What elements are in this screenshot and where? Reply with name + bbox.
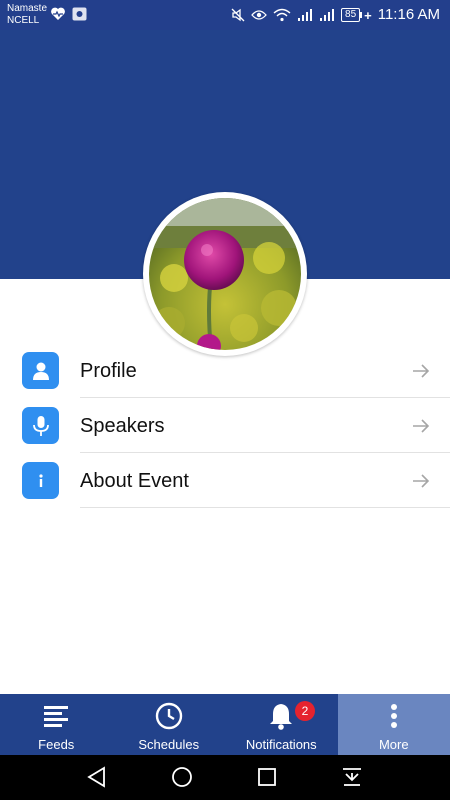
tab-label: Feeds — [38, 737, 75, 752]
menu-item-profile[interactable]: Profile — [0, 343, 450, 398]
status-bar: Namaste NCELL 85 + 11:16 AM — [0, 0, 450, 30]
microphone-icon — [22, 407, 59, 444]
menu-item-speakers[interactable]: Speakers — [0, 398, 450, 453]
tab-label: More — [378, 737, 409, 752]
info-icon — [22, 462, 59, 499]
mute-icon — [231, 8, 245, 22]
carrier-line1: Namaste — [7, 3, 48, 14]
heart-rate-icon — [51, 7, 65, 20]
tab-notifications[interactable]: Notifications — [225, 694, 338, 755]
menu-item-about-event[interactable]: About Event — [0, 453, 450, 508]
system-nav-bar — [0, 755, 450, 800]
signal-icon — [298, 9, 313, 21]
battery-level: 85 — [341, 8, 361, 22]
menu-item-label: Speakers — [80, 415, 165, 437]
bottom-nav: Feeds Schedules Notifications More — [0, 694, 450, 755]
arrow-right-icon — [413, 474, 430, 488]
arrow-right-icon — [413, 419, 430, 433]
notification-badge: 2 — [295, 701, 315, 721]
arrow-right-icon — [413, 364, 430, 378]
battery-icon: 85 + — [341, 8, 372, 23]
menu-list: Profile Speakers About Event — [0, 343, 450, 508]
person-icon — [22, 352, 59, 389]
wifi-icon — [273, 8, 291, 22]
more-vertical-icon — [379, 701, 409, 731]
flower-photo — [149, 198, 301, 350]
bell-icon — [266, 701, 296, 731]
feeds-icon — [41, 701, 71, 731]
clock-time: 11:16 AM — [377, 6, 440, 23]
divider — [80, 507, 450, 508]
eye-icon — [251, 10, 267, 20]
menu-item-label: About Event — [80, 470, 189, 492]
avatar[interactable] — [149, 198, 301, 350]
tab-label: Notifications — [245, 737, 317, 752]
charging-icon: + — [364, 7, 372, 23]
carrier-info: Namaste NCELL — [7, 3, 47, 27]
tab-more[interactable]: More — [337, 694, 450, 755]
recents-icon[interactable] — [255, 765, 279, 789]
tab-label: Schedules — [138, 737, 200, 752]
notification-shade-icon[interactable] — [340, 765, 364, 789]
tab-schedules[interactable]: Schedules — [113, 694, 226, 755]
menu-item-label: Profile — [80, 360, 137, 382]
home-icon[interactable] — [170, 765, 194, 789]
clock-icon — [154, 701, 184, 731]
back-icon[interactable] — [85, 765, 109, 789]
app-screen: Namaste NCELL 85 + 11:16 AM Profile Spea… — [0, 0, 450, 800]
signal-icon — [320, 9, 335, 21]
image-icon — [72, 7, 87, 21]
tab-feeds[interactable]: Feeds — [0, 694, 113, 755]
carrier-line2: NCELL — [7, 15, 40, 26]
